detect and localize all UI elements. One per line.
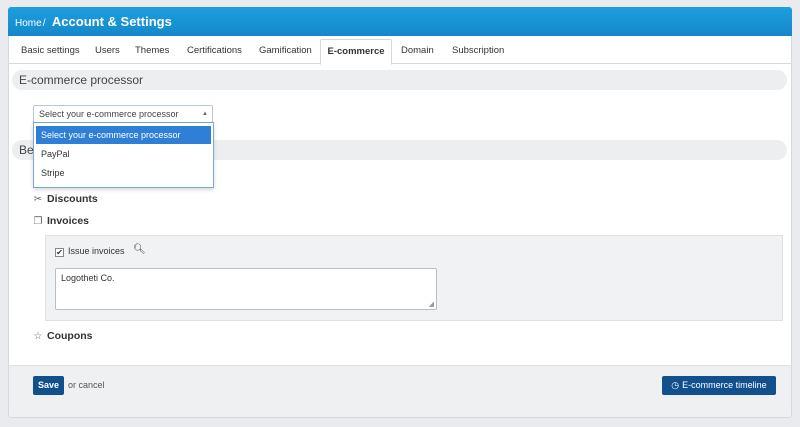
or-cancel-text: or cancel	[68, 380, 105, 390]
page-title: Account & Settings	[51, 14, 172, 29]
processor-select[interactable]: Select your e-commerce processor ▲	[33, 105, 213, 123]
clock-icon: ◷	[671, 380, 680, 390]
documents-icon: ❐	[33, 216, 43, 227]
tab-e-commerce[interactable]: E-commerce	[320, 39, 392, 65]
breadcrumb-home-link[interactable]: Home	[15, 18, 42, 29]
invoice-company-text: Logotheti Co.	[61, 273, 115, 283]
tab-gamification[interactable]: Gamification	[257, 39, 314, 64]
feature-coupons[interactable]: ☆ Coupons	[32, 328, 93, 344]
tab-themes[interactable]: Themes	[133, 39, 171, 64]
tab-bar: Basic settings Users Themes Certificatio…	[9, 39, 791, 65]
processor-option-default[interactable]: Select your e-commerce processor	[36, 126, 211, 144]
feature-invoices[interactable]: ❐ Invoices	[32, 213, 90, 229]
resize-grip-icon[interactable]: ◢	[429, 300, 434, 308]
invoices-settings-box: ✔ Issue invoices 🔍︎ Logotheti Co. ◢	[45, 235, 783, 321]
processor-select-value: Select your e-commerce processor	[39, 109, 179, 119]
tab-subscription[interactable]: Subscription	[450, 39, 506, 64]
tab-basic-settings[interactable]: Basic settings	[19, 39, 82, 64]
page-header: Home/ Account & Settings	[8, 7, 792, 36]
form-footer: Save or cancel ◷ E-commerce timeline	[9, 365, 791, 417]
ecommerce-timeline-label: E-commerce timeline	[682, 380, 767, 390]
scissors-icon: ✂	[33, 194, 43, 205]
processor-option-stripe[interactable]: Stripe	[36, 164, 211, 182]
tab-domain[interactable]: Domain	[399, 39, 436, 64]
or-text: or	[68, 380, 77, 390]
issue-invoices-label: Issue invoices	[68, 246, 125, 256]
feature-coupons-label: Coupons	[47, 330, 93, 342]
cancel-link[interactable]: cancel	[79, 380, 105, 390]
section-ecommerce-processor: E-commerce processor	[12, 70, 787, 90]
search-icon[interactable]: 🔍︎	[133, 244, 146, 255]
processor-dropdown-list: Select your e-commerce processor PayPal …	[33, 122, 214, 188]
settings-panel: Basic settings Users Themes Certificatio…	[8, 36, 792, 418]
invoice-company-textarea[interactable]: Logotheti Co. ◢	[55, 268, 437, 310]
feature-discounts-label: Discounts	[47, 193, 98, 205]
feature-discounts[interactable]: ✂ Discounts	[32, 191, 98, 207]
star-icon: ☆	[33, 331, 43, 342]
save-button[interactable]: Save	[33, 376, 64, 395]
feature-invoices-label: Invoices	[47, 215, 90, 227]
processor-option-paypal[interactable]: PayPal	[36, 145, 211, 163]
ecommerce-timeline-button[interactable]: ◷ E-commerce timeline	[662, 376, 776, 395]
tab-certifications[interactable]: Certifications	[185, 39, 244, 64]
tab-users[interactable]: Users	[93, 39, 122, 64]
breadcrumb-separator: /	[42, 18, 46, 29]
issue-invoices-checkbox[interactable]: ✔	[55, 248, 64, 257]
caret-up-icon: ▲	[202, 111, 208, 117]
